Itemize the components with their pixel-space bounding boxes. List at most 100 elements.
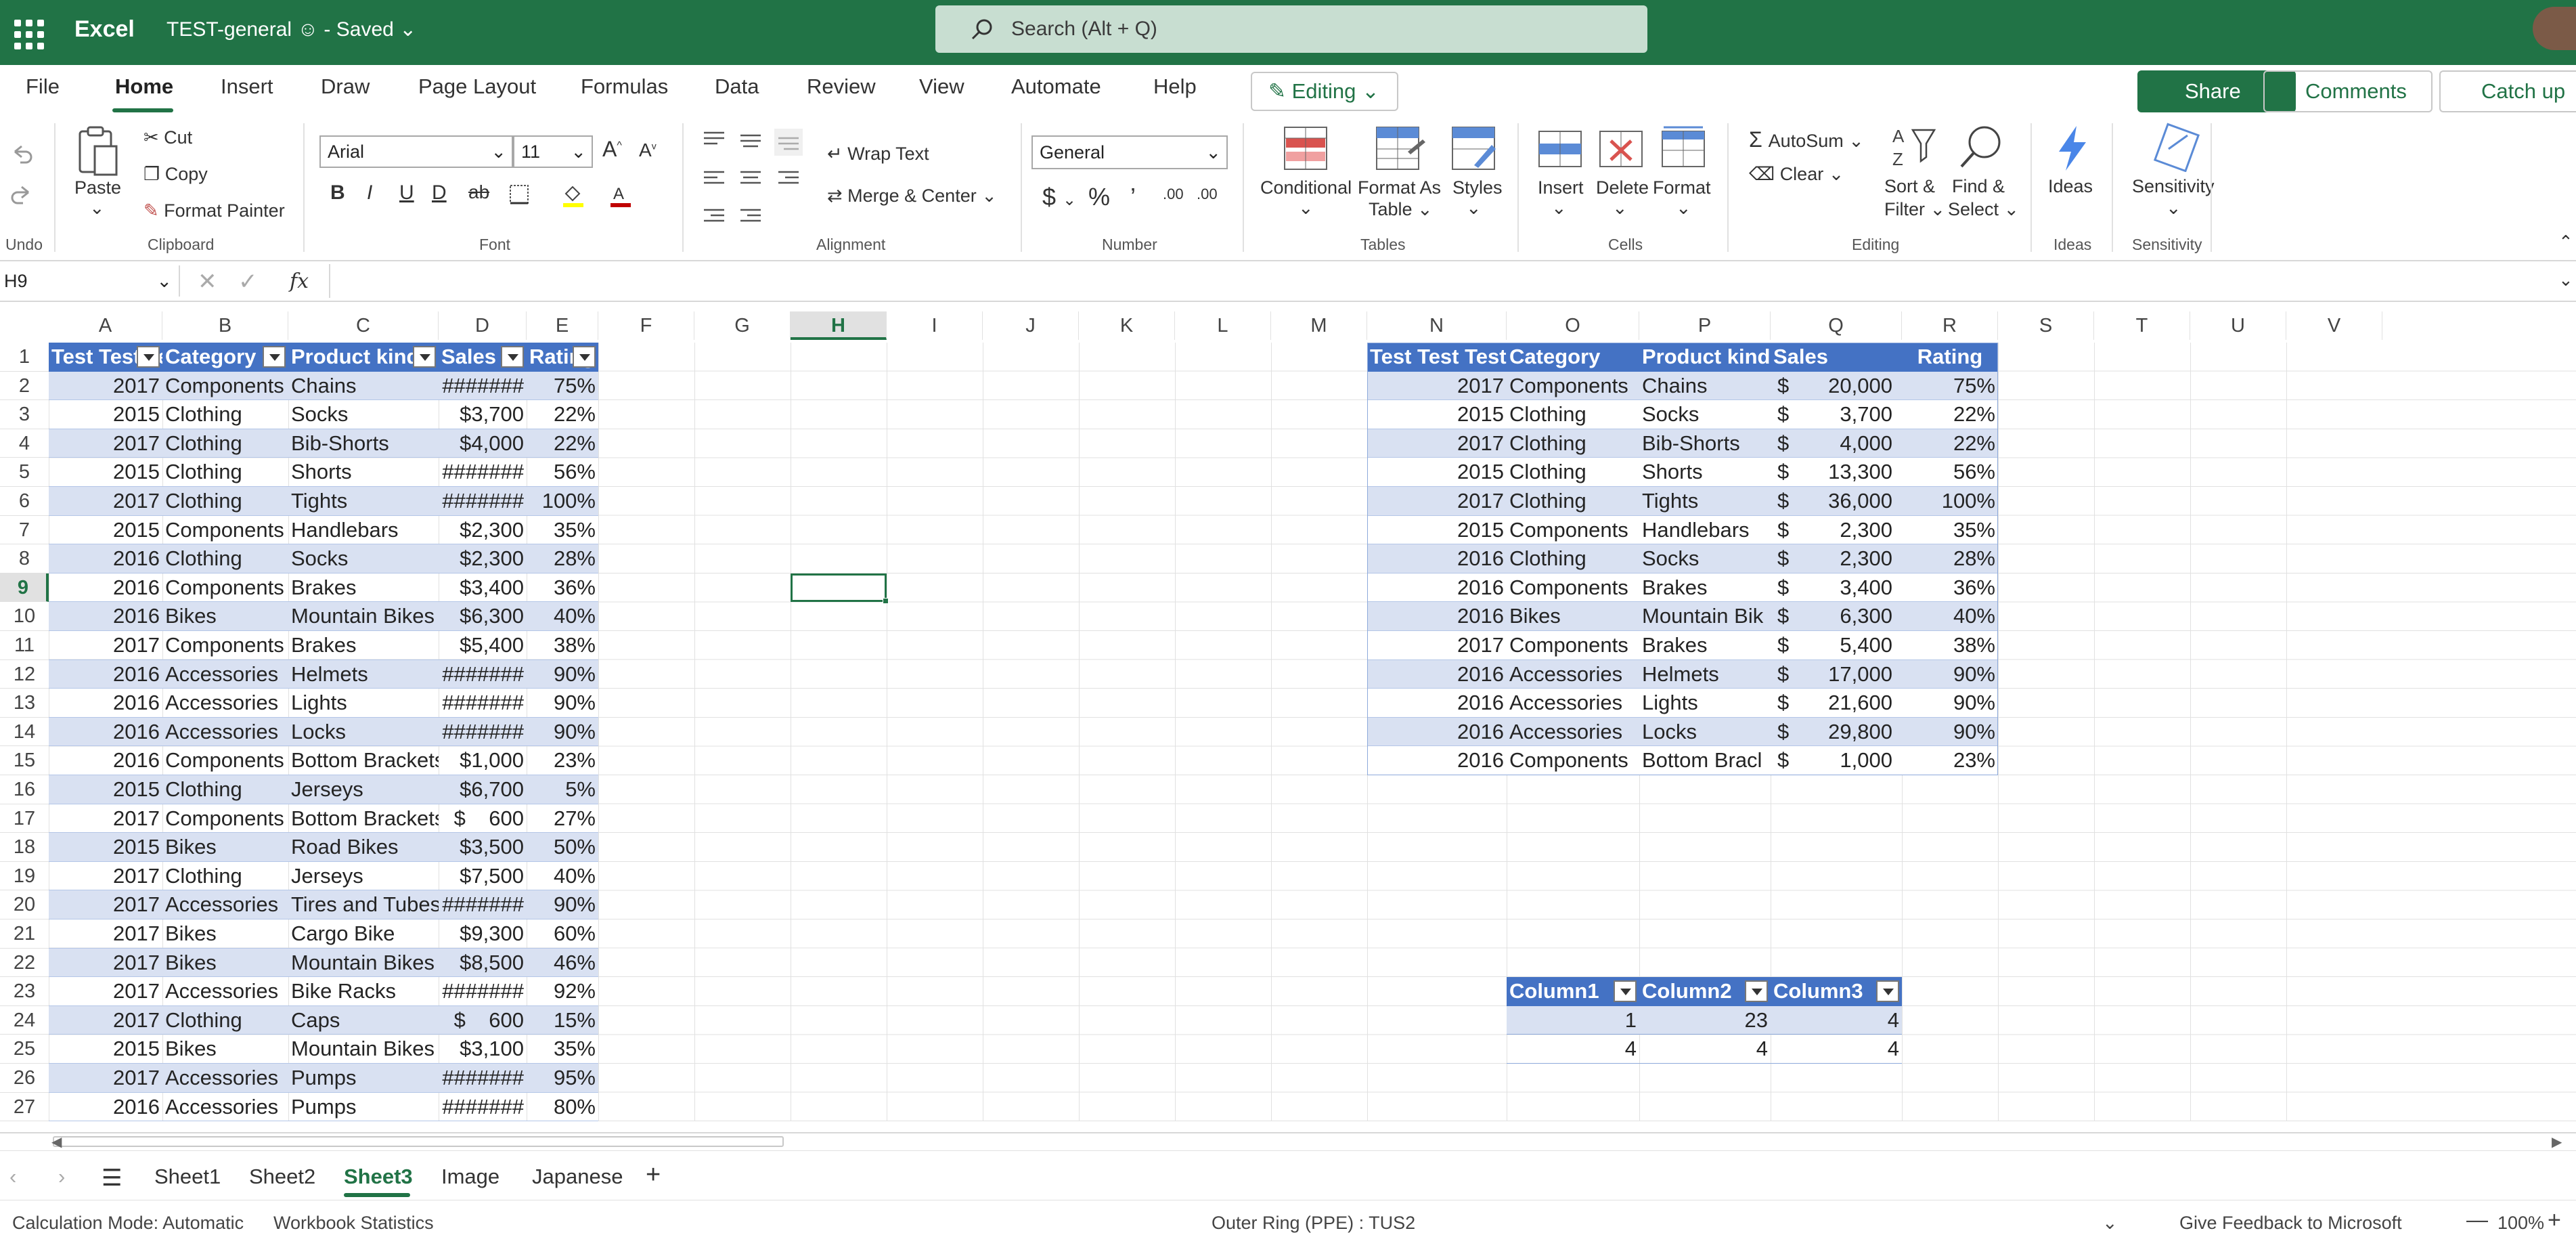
table2-sales-cell[interactable]: $2,300 xyxy=(1771,515,1902,545)
table1-cell[interactable]: Accessories xyxy=(162,890,288,919)
table1-cell[interactable]: Mountain Bikes xyxy=(288,602,439,631)
table1-cell[interactable]: $3,500 xyxy=(439,833,527,862)
table1-cell[interactable]: 2017 xyxy=(49,948,162,978)
column-header-S[interactable]: S xyxy=(1998,311,2094,340)
delete-cells-icon[interactable] xyxy=(1597,129,1645,169)
document-title[interactable]: TEST-general ☺ - Saved ⌄ xyxy=(166,18,416,41)
collapse-ribbon-icon[interactable]: ⌃ xyxy=(2558,232,2573,253)
table1-cell[interactable]: $8,500 xyxy=(439,948,527,978)
prev-sheet-icon[interactable]: ‹ xyxy=(9,1165,16,1189)
table2-cell[interactable]: 90% xyxy=(1902,659,1998,689)
tab-review[interactable]: Review xyxy=(807,74,876,99)
table1-cell[interactable]: 2015 xyxy=(49,833,162,862)
increase-font-icon[interactable]: A^ xyxy=(602,137,622,162)
ideas-icon[interactable] xyxy=(2053,125,2091,172)
undo-icon[interactable] xyxy=(9,142,34,167)
table1-header-cell[interactable]: Category xyxy=(162,343,288,372)
table1-cell[interactable]: 50% xyxy=(527,833,598,862)
table1-cell[interactable]: Clothing xyxy=(162,775,288,804)
table1-cell[interactable]: 2016 xyxy=(49,659,162,689)
table2-sales-cell[interactable]: $6,300 xyxy=(1771,602,1902,631)
all-sheets-icon[interactable]: ☰ xyxy=(102,1165,122,1192)
table2-cell[interactable]: Socks xyxy=(1639,400,1771,429)
enter-icon[interactable]: ✓ xyxy=(238,268,258,295)
table1-cell[interactable]: 2017 xyxy=(49,890,162,919)
tab-page-layout[interactable]: Page Layout xyxy=(418,74,536,99)
table1-cell[interactable]: Clothing xyxy=(162,400,288,429)
table1-cell[interactable]: 2017 xyxy=(49,371,162,401)
table1-cell[interactable]: Components xyxy=(162,516,288,545)
chevron-down-icon[interactable]: ⌄ xyxy=(1551,198,1567,219)
table1-cell[interactable]: ####### xyxy=(439,890,527,919)
table2-cell[interactable]: 22% xyxy=(1902,400,1998,429)
row-header-23[interactable]: 23 xyxy=(0,977,49,1006)
table2-cell[interactable]: Components xyxy=(1507,371,1639,401)
table1-cell[interactable]: Brakes xyxy=(288,573,439,603)
table1-cell[interactable]: 35% xyxy=(527,1035,598,1064)
table1-cell[interactable]: $1,000 xyxy=(439,746,527,775)
table2-sales-cell[interactable]: $21,600 xyxy=(1771,689,1902,718)
comments-button[interactable]: Comments xyxy=(2263,70,2433,112)
column-header-J[interactable]: J xyxy=(983,311,1079,340)
table1-cell[interactable]: Components xyxy=(162,804,288,833)
decrease-font-icon[interactable]: Av xyxy=(639,139,657,161)
table2-cell[interactable]: Clothing xyxy=(1507,458,1639,487)
table2-cell[interactable]: Accessories xyxy=(1507,689,1639,718)
table1-cell[interactable]: $5,400 xyxy=(439,631,527,660)
row-header-5[interactable]: 5 xyxy=(0,458,49,487)
table1-cell[interactable]: Cargo Bike xyxy=(288,919,439,949)
tab-automate[interactable]: Automate xyxy=(1011,74,1101,99)
table1-cell[interactable]: Accessories xyxy=(162,717,288,747)
table1-cell[interactable]: 2017 xyxy=(49,862,162,891)
horizontal-scrollbar[interactable]: ◀ ▶ xyxy=(0,1133,2576,1151)
column-header-K[interactable]: K xyxy=(1079,311,1175,340)
column-header-P[interactable]: P xyxy=(1639,311,1771,340)
table1-cell[interactable]: Road Bikes xyxy=(288,833,439,862)
table1-cell[interactable]: 40% xyxy=(527,602,598,631)
table1-cell[interactable]: Tires and Tubes xyxy=(288,890,439,919)
row-header-15[interactable]: 15 xyxy=(0,746,49,775)
table2-cell[interactable]: Socks xyxy=(1639,544,1771,573)
table1-cell[interactable]: 36% xyxy=(527,573,598,603)
table1-header-cell[interactable]: Sales xyxy=(439,343,527,372)
table1-cell[interactable]: 2016 xyxy=(49,689,162,718)
search-box[interactable]: Search (Alt + Q) xyxy=(935,5,1647,53)
table1-cell[interactable]: Components xyxy=(162,746,288,775)
tab-help[interactable]: Help xyxy=(1153,74,1197,99)
percent-icon[interactable]: % xyxy=(1088,183,1110,211)
column-header-F[interactable]: F xyxy=(598,311,694,340)
table1-cell[interactable]: $ 600 xyxy=(439,1005,527,1035)
chevron-down-icon[interactable]: ⌄ xyxy=(1676,198,1691,219)
sort-filter-icon[interactable]: AZ xyxy=(1891,123,1936,171)
cut-button[interactable]: ✂ Cut xyxy=(143,127,192,148)
table1-cell[interactable]: 100% xyxy=(527,487,598,516)
fill-color-icon[interactable] xyxy=(562,183,585,207)
table1-cell[interactable]: 35% xyxy=(527,516,598,545)
table2-header-cell[interactable]: Sales xyxy=(1771,343,1902,372)
row-header-7[interactable]: 7 xyxy=(0,516,49,545)
chevron-down-icon[interactable]: ⌄ xyxy=(2166,198,2181,219)
column-header-A[interactable]: A xyxy=(49,311,162,340)
table1-header-cell[interactable]: Test Test Test xyxy=(49,343,162,372)
table2-cell[interactable]: Tights xyxy=(1639,487,1771,516)
table1-cell[interactable]: Clothing xyxy=(162,458,288,487)
sheet-tab-sheet1[interactable]: Sheet1 xyxy=(154,1165,221,1189)
table2-cell[interactable]: Components xyxy=(1507,515,1639,545)
table1-cell[interactable]: Components xyxy=(162,371,288,401)
row-header-16[interactable]: 16 xyxy=(0,775,49,804)
row-header-10[interactable]: 10 xyxy=(0,602,49,631)
tab-data[interactable]: Data xyxy=(715,74,759,99)
table2-cell[interactable]: Brakes xyxy=(1639,573,1771,603)
table1-cell[interactable]: 2017 xyxy=(49,1064,162,1093)
table1-cell[interactable]: Accessories xyxy=(162,1064,288,1093)
row-header-25[interactable]: 25 xyxy=(0,1035,49,1064)
comma-style-icon[interactable]: ’ xyxy=(1130,183,1136,211)
format-as-table-icon[interactable] xyxy=(1374,125,1425,172)
filter-dropdown-icon[interactable] xyxy=(263,346,286,368)
table2-cell[interactable]: 40% xyxy=(1902,602,1998,631)
filter-dropdown-icon[interactable] xyxy=(501,346,524,368)
table2-header-cell[interactable]: Product kind xyxy=(1639,343,1771,372)
table1-cell[interactable]: 2016 xyxy=(49,544,162,573)
table2-cell[interactable]: 2016 xyxy=(1367,717,1507,747)
table1-cell[interactable]: 80% xyxy=(527,1093,598,1122)
